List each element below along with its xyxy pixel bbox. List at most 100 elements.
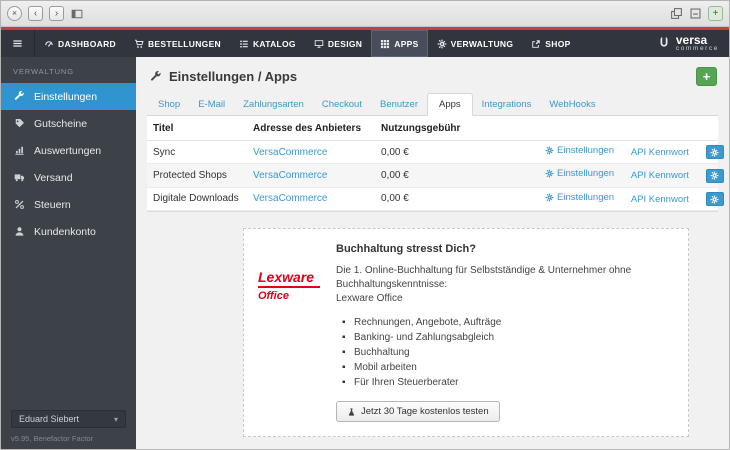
nav-item-apps[interactable]: APPS <box>371 30 427 57</box>
truck-icon <box>13 172 26 183</box>
nav-label: DASHBOARD <box>58 39 116 49</box>
sidebar-item-kundenkonto[interactable]: Kundenkonto <box>1 218 136 245</box>
gear-icon <box>437 39 447 49</box>
promo-feature: Buchhaltung <box>342 345 674 360</box>
promo-feature: Mobil arbeiten <box>342 360 674 375</box>
nav-label: APPS <box>394 39 418 49</box>
column-header-titel: Titel <box>147 116 247 141</box>
gear-icon <box>545 193 554 202</box>
sidebar-item-auswertungen[interactable]: Auswertungen <box>1 137 136 164</box>
window-close-button[interactable]: × <box>7 6 22 21</box>
sidebar-item-label: Kundenkonto <box>34 226 96 238</box>
api-password-link[interactable]: API Kennwort <box>631 194 689 205</box>
main-content: Einstellungen / Apps + Shop E-Mail Zahlu… <box>136 57 729 449</box>
tab-benutzer[interactable]: Benutzer <box>371 94 427 115</box>
browser-forward-button[interactable]: › <box>49 6 64 21</box>
sidebar-footer: Eduard Siebert ▾ v5.95, Benefactor Facto… <box>1 402 136 449</box>
table-row: Sync VersaCommerce 0,00 € Einstellungen … <box>147 141 718 164</box>
sidebar-item-gutscheine[interactable]: Gutscheine <box>1 110 136 137</box>
promo-feature: Für Ihren Steuerberater <box>342 375 674 390</box>
api-password-link[interactable]: API Kennwort <box>631 147 689 158</box>
api-password-link[interactable]: API Kennwort <box>631 170 689 181</box>
table-row: Digitale Downloads VersaCommerce 0,00 € … <box>147 187 718 210</box>
tab-overview-icon[interactable] <box>670 7 683 20</box>
lexware-logo: Lexware Office <box>258 243 324 422</box>
add-app-button[interactable]: + <box>696 67 717 86</box>
tab-webhooks[interactable]: WebHooks <box>540 94 604 115</box>
nav-label: BESTELLUNGEN <box>148 39 221 49</box>
logo-text-secondary: commerce <box>676 46 719 53</box>
sidebar-item-versand[interactable]: Versand <box>1 164 136 191</box>
trial-cta-label: Jetzt 30 Tage kostenlos testen <box>361 406 489 417</box>
monitor-icon <box>314 39 324 49</box>
sidebar-item-steuern[interactable]: Steuern <box>1 191 136 218</box>
tab-integrations[interactable]: Integrations <box>473 94 541 115</box>
external-link-icon <box>531 39 541 49</box>
app-config-button[interactable] <box>706 169 724 183</box>
nav-item-design[interactable]: DESIGN <box>305 30 371 57</box>
sidebar-item-label: Steuern <box>34 199 71 211</box>
app-fee: 0,00 € <box>375 141 525 164</box>
apps-table: Titel Adresse des Anbieters Nutzungsgebü… <box>147 116 718 211</box>
sidebar-section-title: VERWALTUNG <box>1 57 136 83</box>
promo-text: Die 1. Online-Buchhaltung für Selbststän… <box>336 264 636 292</box>
tag-icon <box>13 118 26 129</box>
tab-zahlungsarten[interactable]: Zahlungsarten <box>234 94 313 115</box>
browser-back-button[interactable]: ‹ <box>28 6 43 21</box>
lexware-logo-rule <box>258 286 320 288</box>
app-fee: 0,00 € <box>375 187 525 210</box>
flask-icon <box>347 407 356 417</box>
sidebar-item-label: Gutscheine <box>34 118 87 130</box>
tab-shop[interactable]: Shop <box>149 94 189 115</box>
nav-item-bestellungen[interactable]: BESTELLUNGEN <box>125 30 230 57</box>
promo-feature-list: Rechnungen, Angebote, Aufträge Banking- … <box>342 315 674 390</box>
catalog-list-icon <box>239 39 249 49</box>
gear-icon <box>545 169 554 178</box>
sidebar-toggle-icon[interactable] <box>70 8 84 20</box>
table-header-row: Titel Adresse des Anbieters Nutzungsgebü… <box>147 116 718 141</box>
downloads-panel-icon[interactable] <box>689 7 702 20</box>
apps-grid-icon <box>380 39 390 49</box>
app-config-button[interactable] <box>706 192 724 206</box>
nav-item-dashboard[interactable]: DASHBOARD <box>35 30 125 57</box>
versacommerce-logo-icon <box>657 37 671 51</box>
app-title: Sync <box>147 141 247 164</box>
nav-label: VERWALTUNG <box>451 39 514 49</box>
bar-chart-icon <box>13 145 26 156</box>
new-tab-button[interactable]: + <box>708 6 723 21</box>
trial-cta-button[interactable]: Jetzt 30 Tage kostenlos testen <box>336 401 500 422</box>
promo-feature: Banking- und Zahlungsabgleich <box>342 330 674 345</box>
provider-link[interactable]: VersaCommerce <box>253 170 327 181</box>
settings-tabs: Shop E-Mail Zahlungsarten Checkout Benut… <box>147 93 718 116</box>
nav-item-shop[interactable]: SHOP <box>522 30 579 57</box>
gear-icon <box>545 146 554 155</box>
person-icon <box>13 226 26 237</box>
sidebar-item-label: Versand <box>34 172 73 184</box>
menu-toggle-button[interactable] <box>1 30 35 57</box>
nav-label: DESIGN <box>328 39 362 49</box>
cart-icon <box>134 39 144 49</box>
app-settings-link[interactable]: Einstellungen <box>545 192 614 203</box>
percent-icon <box>13 199 26 210</box>
page-title: Einstellungen / Apps <box>169 69 297 84</box>
version-label: v5.95, Benefactor Factor <box>11 434 126 443</box>
chevron-down-icon: ▾ <box>114 415 118 424</box>
versacommerce-logo: versa commerce <box>647 30 729 57</box>
dashboard-icon <box>44 39 54 49</box>
app-settings-link[interactable]: Einstellungen <box>545 145 614 156</box>
hamburger-icon <box>12 38 23 49</box>
tab-checkout[interactable]: Checkout <box>313 94 371 115</box>
nav-item-katalog[interactable]: KATALOG <box>230 30 305 57</box>
lexware-promo-box: Lexware Office Buchhaltung stresst Dich?… <box>243 228 689 437</box>
app-title: Protected Shops <box>147 164 247 187</box>
nav-item-verwaltung[interactable]: VERWALTUNG <box>428 30 523 57</box>
tab-email[interactable]: E-Mail <box>189 94 234 115</box>
sidebar-item-einstellungen[interactable]: Einstellungen <box>1 83 136 110</box>
app-config-button[interactable] <box>706 145 724 159</box>
user-name: Eduard Siebert <box>19 414 79 424</box>
app-settings-link[interactable]: Einstellungen <box>545 168 614 179</box>
tab-apps[interactable]: Apps <box>427 93 473 116</box>
provider-link[interactable]: VersaCommerce <box>253 193 327 204</box>
provider-link[interactable]: VersaCommerce <box>253 147 327 158</box>
user-account-dropdown[interactable]: Eduard Siebert ▾ <box>11 410 126 428</box>
